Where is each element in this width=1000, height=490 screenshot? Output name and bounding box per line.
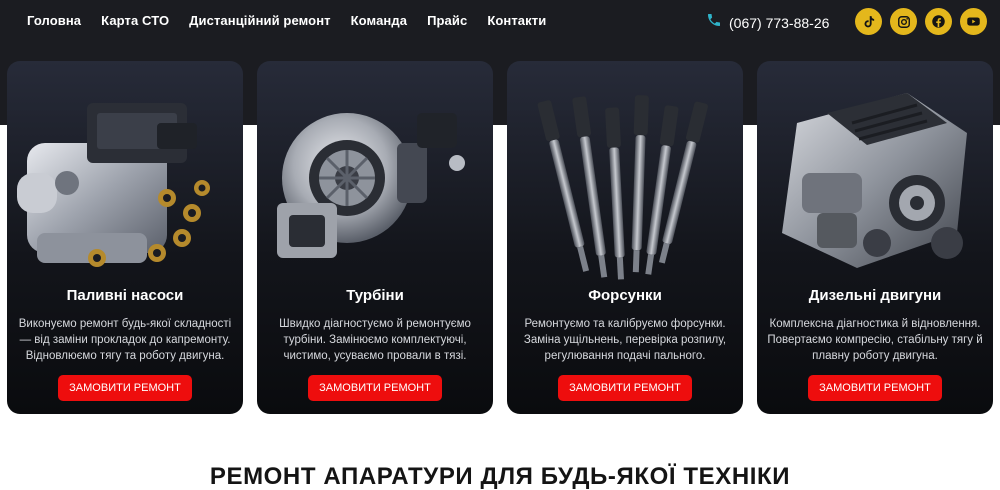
order-repair-button[interactable]: ЗАМОВИТИ РЕМОНТ — [808, 375, 942, 401]
service-title: Форсунки — [588, 287, 662, 304]
service-description: Виконуємо ремонт будь-якої складності — … — [18, 318, 232, 362]
service-title: Турбіни — [346, 287, 404, 304]
service-card-injectors: Форсунки Ремонтуємо та калібруємо форсун… — [507, 61, 743, 414]
injectors-image — [507, 83, 743, 283]
nav-item-pricing[interactable]: Прайс — [427, 13, 467, 28]
service-description: Комплексна діагностика й відновлення. По… — [767, 318, 983, 362]
section-heading: РЕМОНТ АПАРАТУРИ ДЛЯ БУДЬ-ЯКОЇ ТЕХНІКИ — [209, 463, 791, 490]
tiktok-icon[interactable] — [855, 8, 882, 35]
service-card-turbines: Турбіни Швидко діагностуємо й ремонтуємо… — [257, 61, 493, 414]
nav-item-remote-repair[interactable]: Дистанційний ремонт — [189, 13, 330, 28]
social-links — [855, 8, 987, 35]
phone-link[interactable]: (067) 773-88-26 — [706, 12, 829, 33]
instagram-icon[interactable] — [890, 8, 917, 35]
nav-item-team[interactable]: Команда — [351, 13, 407, 28]
phone-icon — [706, 12, 722, 33]
order-repair-button[interactable]: ЗАМОВИТИ РЕМОНТ — [58, 375, 192, 401]
nav-item-home[interactable]: Головна — [27, 13, 81, 28]
phone-number: (067) 773-88-26 — [729, 14, 830, 31]
order-repair-button[interactable]: ЗАМОВИТИ РЕМОНТ — [558, 375, 692, 401]
diesel-engine-image — [757, 83, 993, 283]
service-description: Швидко діагностуємо й ремонтуємо турбіни… — [279, 318, 471, 362]
youtube-icon[interactable] — [960, 8, 987, 35]
facebook-icon[interactable] — [925, 8, 952, 35]
nav-item-contacts[interactable]: Контакти — [487, 13, 546, 28]
nav-item-service-map[interactable]: Карта СТО — [101, 13, 169, 28]
top-navbar: Головна Карта СТО Дистанційний ремонт Ко… — [0, 0, 1000, 44]
service-title: Паливні насоси — [66, 287, 184, 304]
turbine-image — [257, 83, 493, 283]
main-nav: Головна Карта СТО Дистанційний ремонт Ко… — [27, 13, 546, 28]
service-description: Ремонтуємо та калібруємо форсунки. Замін… — [523, 318, 727, 362]
fuel-pump-image — [7, 83, 243, 283]
services-grid: Паливні насоси Виконуємо ремонт будь-яко… — [7, 61, 993, 414]
service-card-diesel-engines: Дизельні двигуни Комплексна діагностика … — [757, 61, 993, 414]
service-title: Дизельні двигуни — [808, 287, 942, 304]
order-repair-button[interactable]: ЗАМОВИТИ РЕМОНТ — [308, 375, 442, 401]
service-card-fuel-pumps: Паливні насоси Виконуємо ремонт будь-яко… — [7, 61, 243, 414]
